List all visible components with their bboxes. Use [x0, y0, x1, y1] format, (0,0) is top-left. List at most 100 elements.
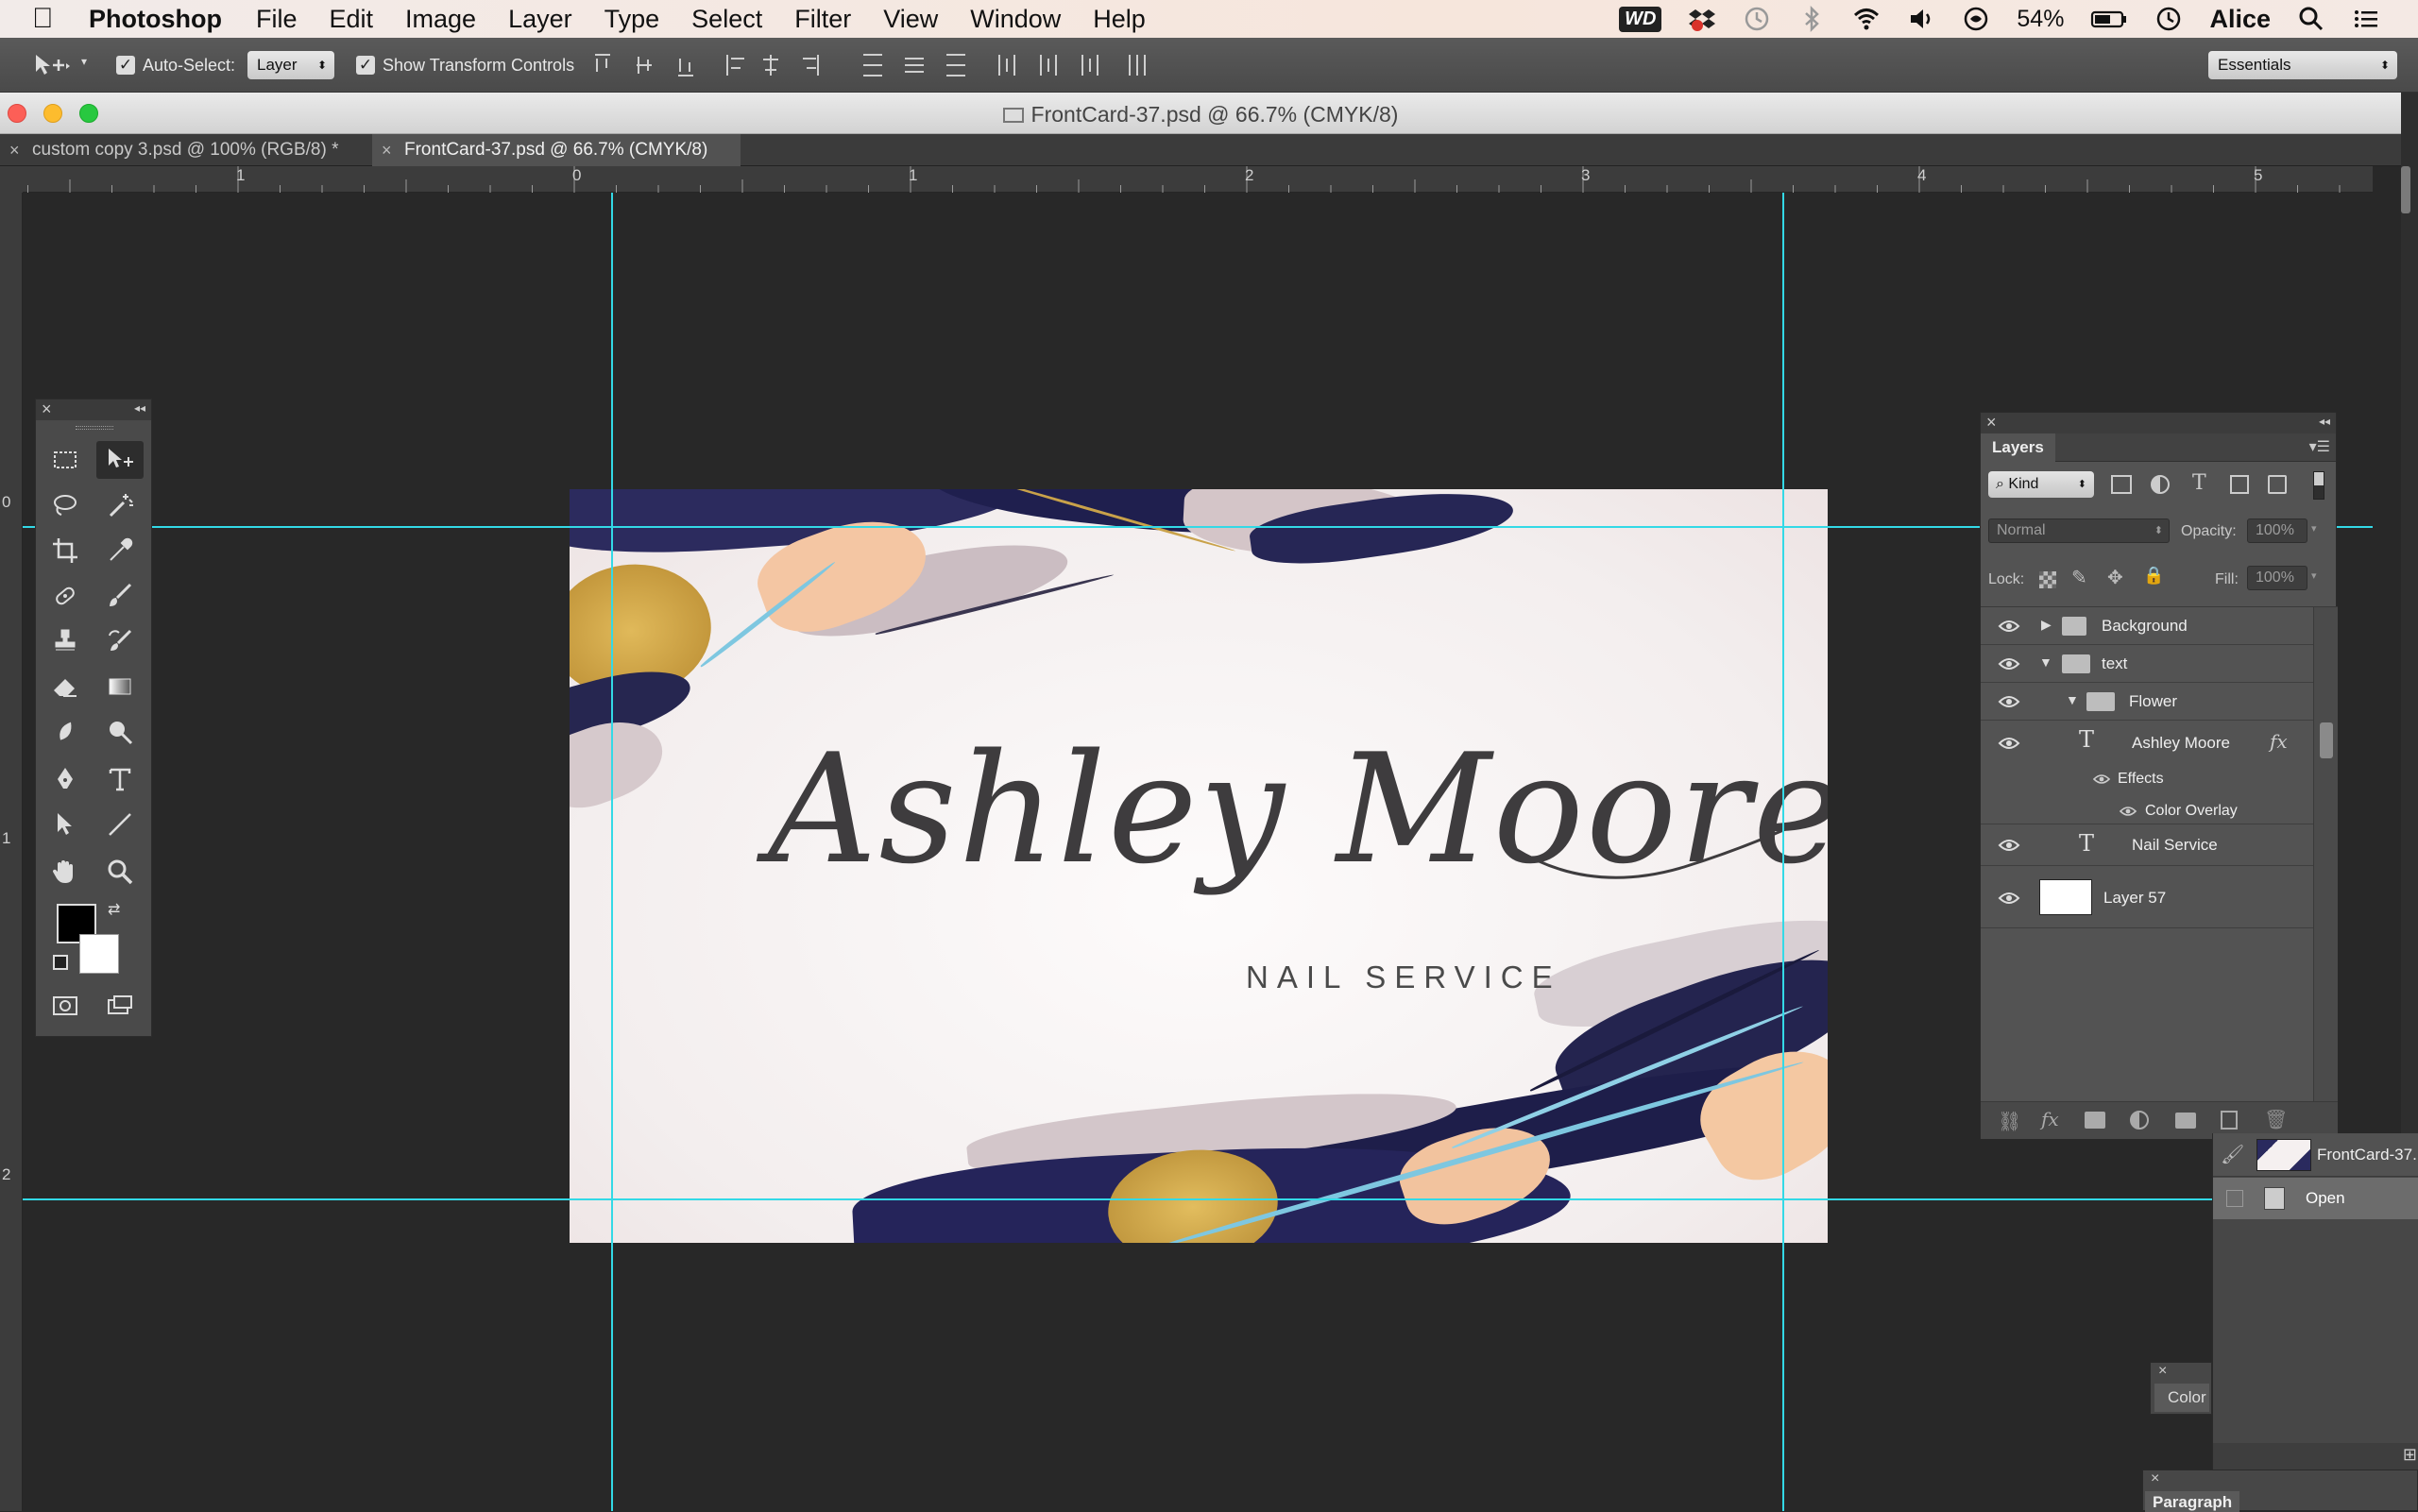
- default-colors-icon[interactable]: [53, 955, 68, 970]
- horizontal-ruler[interactable]: 1 0 1 2 3 4 5: [0, 166, 2373, 193]
- collapse-arrow-icon[interactable]: ▼: [2066, 692, 2079, 707]
- new-layer-icon[interactable]: [2221, 1111, 2238, 1130]
- effects-eye-icon[interactable]: [2092, 772, 2111, 787]
- panel-resize-icon[interactable]: ⊞: [2403, 1445, 2417, 1465]
- menu-help[interactable]: Help: [1093, 5, 1146, 34]
- menu-edit[interactable]: Edit: [330, 5, 374, 34]
- new-group-icon[interactable]: [2175, 1113, 2196, 1129]
- layer-row-flower-group[interactable]: ▼ Flower: [1981, 683, 2313, 721]
- notification-center-icon[interactable]: [2352, 5, 2380, 33]
- ruler-origin[interactable]: [0, 166, 23, 193]
- new-adjustment-layer-icon[interactable]: [2130, 1111, 2149, 1130]
- bluetooth-icon[interactable]: [1797, 5, 1826, 33]
- menu-type[interactable]: Type: [604, 5, 660, 34]
- layer-row-ashley-moore[interactable]: T Ashley Moore fx Effects Color Overlay: [1981, 721, 2313, 824]
- wd-drive-icon[interactable]: WD: [1619, 6, 1662, 32]
- preset-dropdown-arrow-icon[interactable]: ▾: [81, 55, 87, 68]
- collapse-panel-icon[interactable]: ◂◂: [134, 401, 145, 415]
- history-state-checkbox[interactable]: [2226, 1190, 2243, 1207]
- pen-tool[interactable]: [42, 760, 89, 798]
- menu-image[interactable]: Image: [405, 5, 476, 34]
- background-color-swatch[interactable]: [79, 934, 119, 974]
- battery-icon[interactable]: [2090, 5, 2128, 33]
- show-transform-controls-checkbox[interactable]: ✓: [356, 56, 375, 75]
- auto-select-checkbox[interactable]: ✓: [116, 56, 135, 75]
- move-tool[interactable]: [96, 441, 144, 479]
- zoom-tool[interactable]: [96, 853, 144, 891]
- screen-mode-icon[interactable]: [96, 987, 144, 1025]
- type-tool[interactable]: [96, 760, 144, 798]
- menu-select[interactable]: Select: [691, 5, 762, 34]
- vertical-ruler[interactable]: 0 1 2: [0, 193, 23, 1511]
- layers-scrollbar[interactable]: [2313, 607, 2338, 1102]
- time-machine-icon[interactable]: [1743, 5, 1771, 33]
- close-tab-icon[interactable]: ×: [382, 134, 392, 166]
- fill-slider-arrow-icon[interactable]: ▾: [2311, 569, 2317, 582]
- move-tool-preset-icon[interactable]: [32, 51, 72, 79]
- brush-tool[interactable]: [96, 577, 144, 615]
- eraser-tool[interactable]: [42, 668, 89, 705]
- color-overlay-eye-icon[interactable]: [2119, 804, 2137, 819]
- history-brush-source-icon[interactable]: 🖌: [2221, 1143, 2244, 1166]
- tab-layers[interactable]: Layers: [1981, 433, 2055, 462]
- visibility-eye-icon[interactable]: [1998, 692, 2020, 711]
- hand-tool[interactable]: [42, 853, 89, 891]
- filter-pixel-icon[interactable]: [2111, 475, 2132, 494]
- layers-panel-header[interactable]: × ◂◂: [1981, 413, 2336, 433]
- menu-view[interactable]: View: [883, 5, 938, 34]
- close-panel-icon[interactable]: ×: [2151, 1470, 2159, 1487]
- close-tab-icon[interactable]: ×: [9, 134, 20, 166]
- auto-select-target-dropdown[interactable]: Layer ⬍: [247, 51, 334, 79]
- lock-position-icon[interactable]: ✥: [2107, 566, 2123, 589]
- visibility-eye-icon[interactable]: [1998, 734, 2020, 753]
- filter-adjustment-icon[interactable]: [2151, 475, 2170, 494]
- close-panel-icon[interactable]: ×: [42, 399, 52, 419]
- quick-mask-icon[interactable]: [42, 987, 89, 1025]
- collapse-arrow-icon[interactable]: ▼: [2039, 654, 2052, 670]
- menu-window[interactable]: Window: [970, 5, 1061, 34]
- visibility-eye-icon[interactable]: [1998, 889, 2020, 908]
- blend-mode-dropdown[interactable]: Normal ⬍: [1988, 518, 2170, 543]
- document-proxy-icon[interactable]: [1002, 108, 1024, 123]
- scrollbar-thumb[interactable]: [2320, 722, 2333, 758]
- visibility-eye-icon[interactable]: [1998, 654, 2020, 673]
- fill-field[interactable]: 100%: [2247, 566, 2307, 590]
- lock-image-pixels-icon[interactable]: ✎: [2071, 566, 2087, 589]
- rectangular-marquee-tool[interactable]: [42, 441, 89, 479]
- add-layer-style-icon[interactable]: fx: [2041, 1108, 2059, 1130]
- menu-file[interactable]: File: [256, 5, 298, 34]
- layer-row-layer-57[interactable]: Layer 57: [1981, 866, 2313, 928]
- paragraph-panel-tab[interactable]: Paragraph: [2145, 1491, 2239, 1512]
- filter-shape-icon[interactable]: [2230, 475, 2249, 494]
- sync-icon[interactable]: [1962, 5, 1990, 33]
- history-snapshot-row[interactable]: 🖌 FrontCard-37.: [2213, 1133, 2418, 1177]
- dodge-tool[interactable]: [96, 713, 144, 751]
- delete-layer-icon[interactable]: 🗑: [2264, 1108, 2288, 1131]
- layer-row-text-group[interactable]: ▼ text: [1981, 645, 2313, 683]
- color-panel-button[interactable]: Color: [2154, 1384, 2209, 1412]
- tab-custom-copy[interactable]: × custom copy 3.psd @ 100% (RGB/8) *: [0, 134, 370, 166]
- wifi-icon[interactable]: [1852, 5, 1881, 33]
- eyedropper-tool[interactable]: [96, 532, 144, 569]
- spotlight-search-icon[interactable]: [2297, 5, 2325, 33]
- link-layers-icon[interactable]: ⛓: [1998, 1110, 2021, 1133]
- panel-menu-icon[interactable]: ▾☰: [2309, 437, 2330, 456]
- clock-icon[interactable]: [2154, 5, 2183, 33]
- menu-filter[interactable]: Filter: [794, 5, 851, 34]
- visibility-eye-icon[interactable]: [1998, 836, 2020, 855]
- apple-menu-icon[interactable]: : [32, 3, 60, 35]
- swap-colors-icon[interactable]: ⇄: [108, 900, 120, 919]
- magic-wand-tool[interactable]: [96, 486, 144, 524]
- lasso-tool[interactable]: [42, 486, 89, 524]
- dropbox-icon[interactable]: [1688, 5, 1716, 33]
- user-menu[interactable]: Alice: [2209, 5, 2271, 34]
- expand-arrow-icon[interactable]: ▶: [2041, 617, 2052, 633]
- collapse-panel-icon[interactable]: ◂◂: [2319, 415, 2330, 428]
- workspace-dropdown[interactable]: Essentials ⬍: [2208, 51, 2397, 79]
- app-menu[interactable]: Photoshop: [89, 5, 222, 34]
- healing-brush-tool[interactable]: [42, 577, 89, 615]
- vertical-guide-left[interactable]: [611, 193, 613, 1511]
- volume-icon[interactable]: [1907, 5, 1935, 33]
- line-tool[interactable]: [96, 806, 144, 843]
- vertical-scrollbar-thumb[interactable]: [2401, 166, 2410, 213]
